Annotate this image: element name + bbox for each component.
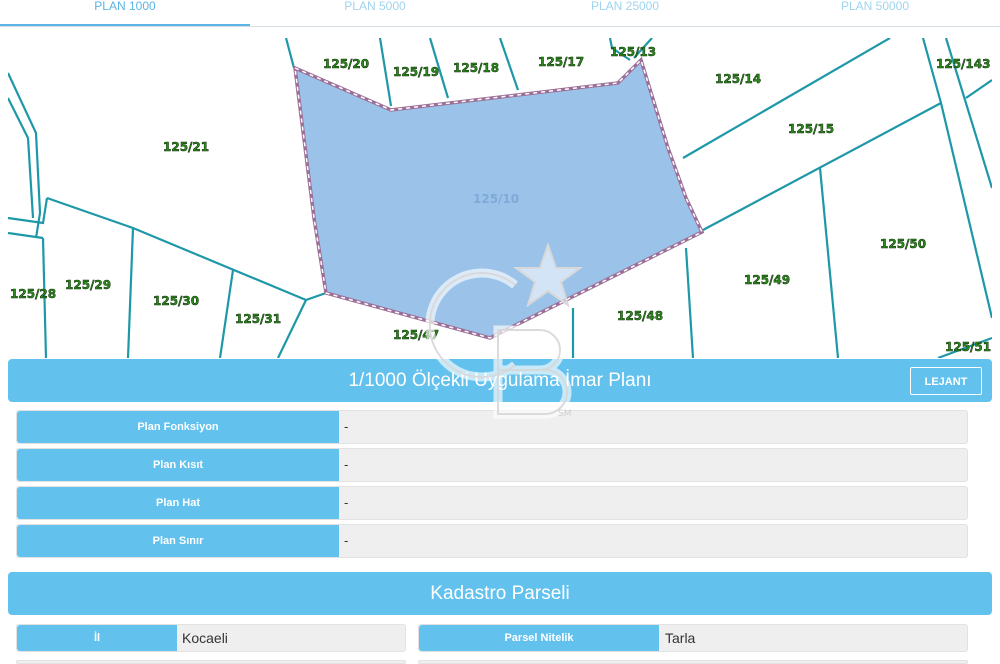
plan-row-label: Plan Fonksiyon xyxy=(17,411,339,443)
parcel-label: 125/31 xyxy=(235,312,281,326)
parcel-label: 125/47 xyxy=(393,328,439,342)
cadastre-field-next xyxy=(16,660,406,664)
parcel-boundary xyxy=(498,38,520,91)
plan-section-title: 1/1000 Ölçekli Uygulama İmar Planı xyxy=(348,370,652,391)
cadastre-field-value: Tarla xyxy=(665,630,696,646)
parcel-boundary xyxy=(818,167,840,358)
cadastre-field-label: Parsel Nitelik xyxy=(419,625,659,651)
parcel-label: 125/15 xyxy=(788,122,834,136)
parcel-boundary xyxy=(921,38,992,319)
cadastral-map-svg: 125/10 125/20 125/19 125/18 125/17 125/1… xyxy=(8,38,992,358)
parcel-boundary xyxy=(378,38,393,107)
parcel-boundary xyxy=(965,79,992,99)
plan-section-header: 1/1000 Ölçekli Uygulama İmar Planı LEJAN… xyxy=(8,359,992,402)
parcel-label: 125/143 xyxy=(936,57,990,71)
parcel-label: 125/18 xyxy=(453,61,499,75)
parcel-label: 125/29 xyxy=(65,278,111,292)
tab-plan-50000[interactable]: PLAN 50000 xyxy=(750,0,1000,26)
parcel-label: 125/21 xyxy=(163,140,209,154)
parcel-label: 125/13 xyxy=(610,45,656,59)
cadastre-field-next xyxy=(418,660,968,664)
parcel-label: 125/14 xyxy=(715,72,761,86)
parcel-boundary xyxy=(284,38,296,69)
legend-button[interactable]: LEJANT xyxy=(910,367,982,395)
parcel-label: 125/48 xyxy=(617,309,663,323)
plan-row-value: - xyxy=(344,457,349,472)
plan-row-label: Plan Kısıt xyxy=(17,449,339,481)
parcel-label: 125/51 xyxy=(945,340,991,354)
parcel-label: 125/19 xyxy=(393,65,439,79)
parcel-boundary xyxy=(218,269,235,358)
cadastre-field-province: İl Kocaeli xyxy=(16,624,406,652)
parcel-boundary xyxy=(684,247,695,358)
cadastre-field-value: Kocaeli xyxy=(182,630,228,646)
plan-row-restriction: Plan Kısıt - xyxy=(16,448,968,482)
parcel-label: 125/20 xyxy=(323,57,369,71)
cadastre-section-title: Kadastro Parseli xyxy=(430,583,570,604)
cadastre-field-label: İl xyxy=(17,625,177,651)
plan-row-label: Plan Hat xyxy=(17,487,339,519)
parcel-boundary xyxy=(8,72,42,239)
cadastral-map[interactable]: 125/10 125/20 125/19 125/18 125/17 125/1… xyxy=(8,38,992,358)
plan-scale-tabs: PLAN 1000 PLAN 5000 PLAN 25000 PLAN 5000… xyxy=(0,0,1000,27)
parcel-label: 125/17 xyxy=(538,55,584,69)
parcel-label: 125/49 xyxy=(744,273,790,287)
tab-plan-1000[interactable]: PLAN 1000 xyxy=(0,0,250,26)
plan-row-value: - xyxy=(344,495,349,510)
plan-row-value: - xyxy=(344,533,349,548)
parcel-boundary xyxy=(277,299,307,358)
selected-parcel-label: 125/10 xyxy=(473,192,519,206)
plan-row-boundary: Plan Sınır - xyxy=(16,524,968,558)
cadastre-field-parcel-type: Parsel Nitelik Tarla xyxy=(418,624,968,652)
parcel-boundary xyxy=(305,291,327,302)
parcel-boundary xyxy=(126,227,135,358)
plan-row-value: - xyxy=(344,419,349,434)
plan-row-label: Plan Sınır xyxy=(17,525,339,557)
parcel-label: 125/50 xyxy=(880,237,926,251)
parcel-label: 125/28 xyxy=(10,287,56,301)
parcel-label: 125/30 xyxy=(153,294,199,308)
parcel-boundary xyxy=(682,38,891,159)
plan-row-line: Plan Hat - xyxy=(16,486,968,520)
tab-plan-25000[interactable]: PLAN 25000 xyxy=(500,0,750,26)
parcel-boundary xyxy=(8,197,49,225)
plan-row-function: Plan Fonksiyon - xyxy=(16,410,968,444)
cadastre-section-header: Kadastro Parseli xyxy=(8,572,992,615)
tab-plan-5000[interactable]: PLAN 5000 xyxy=(250,0,500,26)
